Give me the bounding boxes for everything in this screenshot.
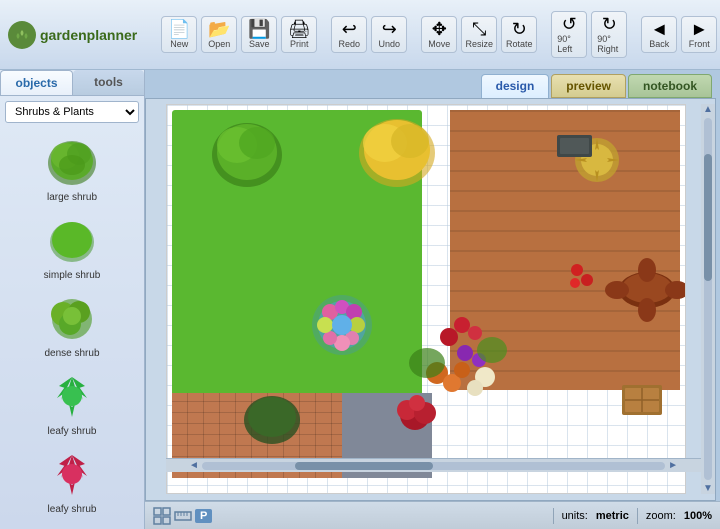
garden-canvas (166, 104, 686, 494)
divider2 (637, 508, 638, 524)
plant-label: dense shrub (44, 348, 99, 359)
open-icon: 📂 (208, 20, 230, 38)
scroll-left-arrow[interactable]: ◄ (186, 460, 202, 471)
logo-text: gardenplanner (40, 27, 137, 43)
canvas-area[interactable]: ▲ ▼ (145, 98, 716, 501)
redo-label: Undo (378, 39, 400, 49)
panel-tabs: objects tools (0, 70, 144, 96)
main-area: objects tools Shrubs & Plants (0, 70, 720, 529)
objects-list: large shrub simple shrub (0, 128, 144, 529)
tab-notebook[interactable]: notebook (628, 74, 712, 98)
grid-icon-group: P (153, 507, 212, 525)
plant-label: simple shrub (44, 270, 101, 281)
tab-design[interactable]: design (481, 74, 550, 98)
tab-preview[interactable]: preview (551, 74, 626, 98)
save-button[interactable]: 💾 Save (241, 16, 277, 53)
scrollbar-track-v[interactable] (704, 118, 712, 480)
rotate-90-left-button[interactable]: ↺ 90° Left (551, 11, 587, 58)
save-icon: 💾 (248, 20, 270, 38)
resize-label: Resize (466, 39, 494, 49)
rotate-90-left-label: 90° Left (557, 34, 581, 54)
resize-button[interactable]: ⤡ Resize (461, 16, 497, 53)
app-logo: gardenplanner (8, 21, 137, 49)
plant-label: leafy shrub (48, 426, 97, 437)
rotate-90-right-icon: ↻ (602, 15, 617, 33)
move-icon: ✥ (432, 20, 447, 38)
vertical-scrollbar[interactable]: ▲ ▼ (701, 104, 715, 494)
units-label: units: (562, 510, 588, 522)
print-label: Print (290, 39, 309, 49)
new-label: New (170, 39, 188, 49)
ruler-icon (174, 507, 192, 525)
back-icon: ◄ (650, 20, 668, 38)
save-label: Save (249, 39, 270, 49)
horizontal-scrollbar[interactable]: ◄ ► (166, 458, 701, 472)
plant-label: leafy shrub (48, 504, 97, 515)
back-button[interactable]: ◄ Back (641, 16, 677, 53)
list-item[interactable]: leafy shrub (17, 445, 127, 518)
logo-icon (8, 21, 36, 49)
resize-icon: ⤡ (472, 20, 486, 38)
print-button[interactable]: 🖨 Print (281, 16, 317, 53)
list-item[interactable]: large shrub (17, 133, 127, 206)
category-dropdown[interactable]: Shrubs & Plants (5, 101, 139, 123)
rotate-label: Rotate (506, 39, 533, 49)
plant-icon-container (40, 448, 104, 502)
plant-icon-container (40, 136, 104, 190)
right-area: design preview notebook ▲ ▼ (145, 70, 720, 529)
rotate-90-right-label: 90° Right (597, 34, 621, 54)
tab-objects[interactable]: objects (0, 70, 73, 95)
plant-icon-container (40, 214, 104, 268)
category-selector: Shrubs & Plants (0, 96, 144, 128)
new-icon: 📄 (168, 20, 190, 38)
plant-icon-container (40, 370, 104, 424)
plant-icon-container (40, 292, 104, 346)
front-label: Front (689, 39, 710, 49)
undo-button[interactable]: ↩ Redo (331, 16, 367, 53)
scrollbar-track-h[interactable] (202, 462, 665, 470)
rotate-90-right-button[interactable]: ↻ 90° Right (591, 11, 627, 58)
scrollbar-thumb-v[interactable] (704, 154, 712, 281)
list-item[interactable] (17, 523, 127, 529)
scrollbar-thumb-h[interactable] (295, 462, 434, 470)
rotate-90-left-icon: ↺ (562, 15, 577, 33)
list-item[interactable]: leafy shrub (17, 367, 127, 440)
view-tabs: design preview notebook (145, 70, 720, 98)
scroll-down-arrow[interactable]: ▼ (700, 483, 716, 494)
undo-icon: ↩ (342, 20, 357, 38)
redo-button[interactable]: ↪ Undo (371, 16, 407, 53)
front-icon: ► (690, 20, 708, 38)
undo-label: Redo (338, 39, 360, 49)
zoom-value: 100% (684, 510, 712, 522)
move-button[interactable]: ✥ Move (421, 16, 457, 53)
list-item[interactable]: simple shrub (17, 211, 127, 284)
scroll-right-arrow[interactable]: ► (665, 460, 681, 471)
rotate-button[interactable]: ↻ Rotate (501, 16, 537, 53)
p-badge: P (195, 509, 212, 523)
open-label: Open (208, 39, 230, 49)
plant-label: large shrub (47, 192, 97, 203)
scroll-up-arrow[interactable]: ▲ (700, 104, 716, 115)
status-bar: P units: metric zoom: 100% (145, 501, 720, 529)
print-icon: 🖨 (288, 20, 311, 38)
tab-tools[interactable]: tools (73, 70, 144, 95)
deck-area (450, 110, 680, 390)
back-label: Back (649, 39, 669, 49)
divider (553, 508, 554, 524)
left-panel: objects tools Shrubs & Plants (0, 70, 145, 529)
grid-status-icon (153, 507, 171, 525)
redo-icon: ↪ (382, 20, 397, 38)
list-item[interactable]: dense shrub (17, 289, 127, 362)
deck-planks (450, 110, 680, 390)
rotate-icon: ↻ (512, 20, 527, 38)
new-button[interactable]: 📄 New (161, 16, 197, 53)
open-button[interactable]: 📂 Open (201, 16, 237, 53)
toolbar-header: gardenplanner 📄 New 📂 Open 💾 Save 🖨 Prin… (0, 0, 720, 70)
front-button[interactable]: ► Front (681, 16, 717, 53)
move-label: Move (428, 39, 450, 49)
zoom-label: zoom: (646, 510, 676, 522)
units-value: metric (596, 510, 629, 522)
